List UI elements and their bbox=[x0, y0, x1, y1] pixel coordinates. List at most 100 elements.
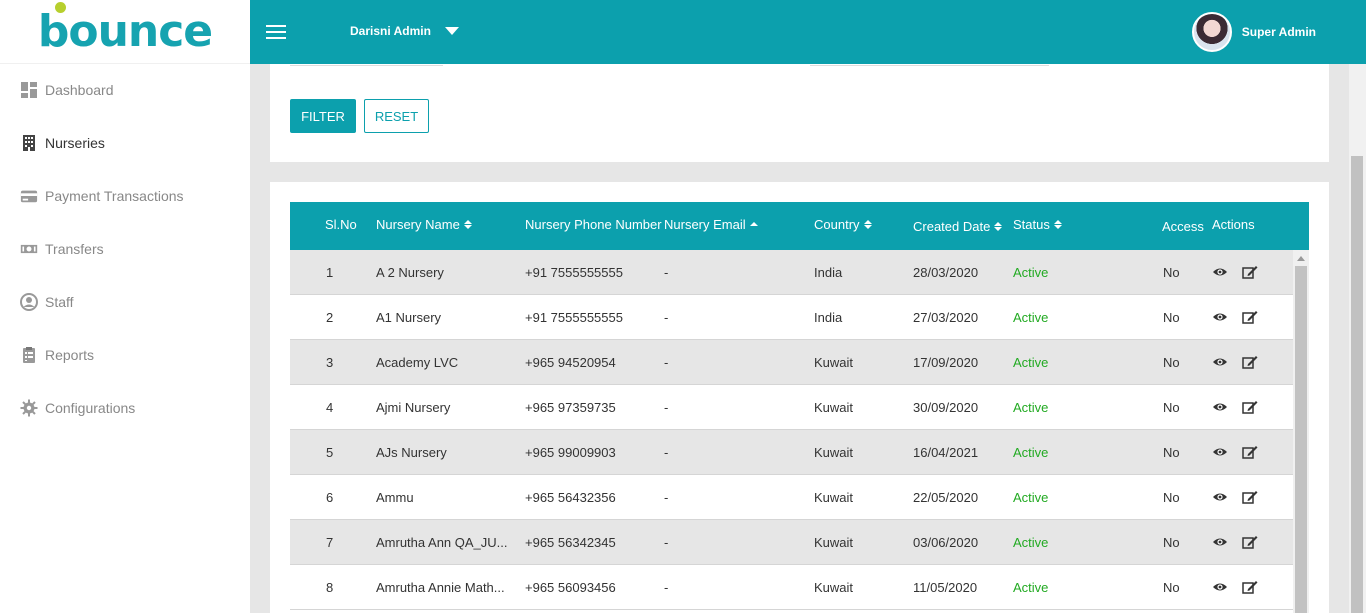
cell-slno: 5 bbox=[326, 445, 334, 460]
table-header: Sl.No Nursery Name Nursery Phone Number … bbox=[290, 202, 1309, 250]
sidebar-item-transfers[interactable]: Transfers bbox=[0, 229, 250, 269]
cell-access: No bbox=[1163, 355, 1180, 370]
page-scroll-thumb[interactable] bbox=[1351, 156, 1363, 613]
view-eye-icon[interactable] bbox=[1212, 535, 1228, 549]
edit-icon[interactable] bbox=[1242, 445, 1258, 459]
money-icon bbox=[20, 240, 38, 258]
user-profile[interactable]: Super Admin bbox=[1191, 12, 1316, 52]
cell-created: 27/03/2020 bbox=[913, 310, 979, 325]
cell-email: - bbox=[664, 400, 669, 415]
cell-access: No bbox=[1163, 535, 1180, 550]
table-body: 1 A 2 Nursery +91 7555555555 - India 28/03/20… bbox=[290, 250, 1293, 610]
cell-email: - bbox=[664, 535, 669, 550]
cell-created: 22/05/2020 bbox=[913, 490, 979, 505]
edit-icon[interactable] bbox=[1242, 490, 1258, 504]
view-eye-icon[interactable] bbox=[1212, 445, 1228, 459]
cell-access: No bbox=[1163, 580, 1180, 595]
cell-name: A1 Nursery bbox=[376, 310, 442, 325]
sidebar-item-label: Transfers bbox=[45, 241, 104, 257]
view-eye-icon[interactable] bbox=[1212, 265, 1228, 279]
cell-created: 17/09/2020 bbox=[913, 355, 979, 370]
cell-name: Ajmi Nursery bbox=[376, 400, 451, 415]
cell-country: Kuwait bbox=[814, 535, 854, 550]
table-scrollbar[interactable] bbox=[1293, 250, 1309, 613]
cell-status: Active bbox=[1013, 310, 1049, 325]
view-eye-icon[interactable] bbox=[1212, 490, 1228, 504]
view-eye-icon[interactable] bbox=[1212, 400, 1228, 414]
filter-button[interactable]: FILTER bbox=[290, 99, 356, 133]
view-eye-icon[interactable] bbox=[1212, 355, 1228, 369]
cell-phone: +965 56093456 bbox=[525, 580, 616, 595]
view-eye-icon[interactable] bbox=[1212, 310, 1228, 324]
page-scrollbar[interactable] bbox=[1349, 64, 1366, 613]
cell-access: No bbox=[1163, 490, 1180, 505]
edit-icon[interactable] bbox=[1242, 535, 1258, 549]
reset-button[interactable]: RESET bbox=[364, 99, 429, 133]
cell-access: No bbox=[1163, 310, 1180, 325]
sidebar-item-label: Configurations bbox=[45, 400, 136, 416]
filter-card: FILTER RESET bbox=[270, 64, 1329, 162]
edit-icon[interactable] bbox=[1242, 580, 1258, 594]
cell-slno: 6 bbox=[326, 490, 334, 505]
sort-icon bbox=[994, 222, 1003, 231]
header-created-date[interactable]: Created Date bbox=[913, 219, 1003, 234]
top-bar: Darisni Admin Super Admin bbox=[250, 0, 1366, 64]
sort-asc-icon bbox=[749, 222, 758, 227]
scroll-thumb[interactable] bbox=[1295, 266, 1307, 613]
cell-status: Active bbox=[1013, 490, 1049, 505]
table-row: 7 Amrutha Ann QA_JU... +965 56342345 - Kuwai… bbox=[290, 520, 1293, 565]
cell-slno: 2 bbox=[326, 310, 334, 325]
edit-icon[interactable] bbox=[1242, 310, 1258, 324]
cell-name: Amrutha Annie Math... bbox=[376, 580, 505, 595]
cell-created: 11/05/2020 bbox=[913, 580, 978, 595]
header-access: Access bbox=[1162, 219, 1204, 234]
table-row: 3 Academy LVC +965 94520954 - Kuwait 17/09/20… bbox=[290, 340, 1293, 385]
cell-access: No bbox=[1163, 265, 1180, 280]
cell-slno: 3 bbox=[326, 355, 334, 370]
credit-card-icon bbox=[20, 187, 38, 205]
sort-icon bbox=[1053, 220, 1062, 229]
scroll-up-icon[interactable] bbox=[1297, 256, 1305, 261]
cell-country: Kuwait bbox=[814, 400, 854, 415]
cell-slno: 4 bbox=[326, 400, 334, 415]
cell-phone: +965 97359735 bbox=[525, 400, 616, 415]
cell-phone: +965 56342345 bbox=[525, 535, 616, 550]
edit-icon[interactable] bbox=[1242, 265, 1258, 279]
view-eye-icon[interactable] bbox=[1212, 580, 1228, 594]
bounce-logo[interactable]: bounce bbox=[0, 0, 250, 64]
header-nursery-name[interactable]: Nursery Name bbox=[376, 217, 472, 232]
table-row: 2 A1 Nursery +91 7555555555 - India 27/03/202… bbox=[290, 295, 1293, 340]
header-actions: Actions bbox=[1212, 217, 1255, 232]
sidebar-item-nurseries[interactable]: Nurseries bbox=[0, 123, 250, 163]
sidebar-item-payment-transactions[interactable]: Payment Transactions bbox=[0, 176, 250, 216]
table-row: 5 AJs Nursery +965 99009903 - Kuwait 16/04/20… bbox=[290, 430, 1293, 475]
user-circle-icon bbox=[20, 293, 38, 311]
hamburger-menu-icon[interactable] bbox=[266, 25, 286, 39]
sidebar-item-dashboard[interactable]: Dashboard bbox=[0, 70, 250, 110]
filter-field-2[interactable] bbox=[810, 64, 1049, 66]
cell-country: India bbox=[814, 265, 843, 280]
cell-created: 03/06/2020 bbox=[913, 535, 979, 550]
header-slno[interactable]: Sl.No bbox=[325, 217, 357, 232]
sidebar-item-staff[interactable]: Staff bbox=[0, 282, 250, 322]
edit-icon[interactable] bbox=[1242, 400, 1258, 414]
sidebar-item-label: Staff bbox=[45, 294, 74, 310]
sidebar-item-reports[interactable]: Reports bbox=[0, 335, 250, 375]
cell-name: Amrutha Ann QA_JU... bbox=[376, 535, 508, 550]
user-name: Super Admin bbox=[1241, 25, 1316, 39]
edit-icon[interactable] bbox=[1242, 355, 1258, 369]
sidebar-item-configurations[interactable]: Configurations bbox=[0, 388, 250, 428]
header-email[interactable]: Nursery Email bbox=[664, 217, 758, 232]
cell-phone: +91 7555555555 bbox=[525, 265, 623, 280]
header-country[interactable]: Country bbox=[814, 217, 872, 232]
filter-field-1[interactable] bbox=[290, 64, 443, 66]
cell-email: - bbox=[664, 355, 669, 370]
sidebar-item-label: Reports bbox=[45, 347, 95, 363]
cell-name: Ammu bbox=[376, 490, 414, 505]
logo-text: bounce bbox=[38, 2, 213, 57]
header-phone[interactable]: Nursery Phone Number bbox=[525, 217, 662, 232]
clipboard-icon bbox=[20, 346, 38, 364]
admin-selector[interactable]: Darisni Admin bbox=[350, 24, 459, 38]
cell-phone: +965 56432356 bbox=[525, 490, 616, 505]
header-status[interactable]: Status bbox=[1013, 217, 1062, 232]
